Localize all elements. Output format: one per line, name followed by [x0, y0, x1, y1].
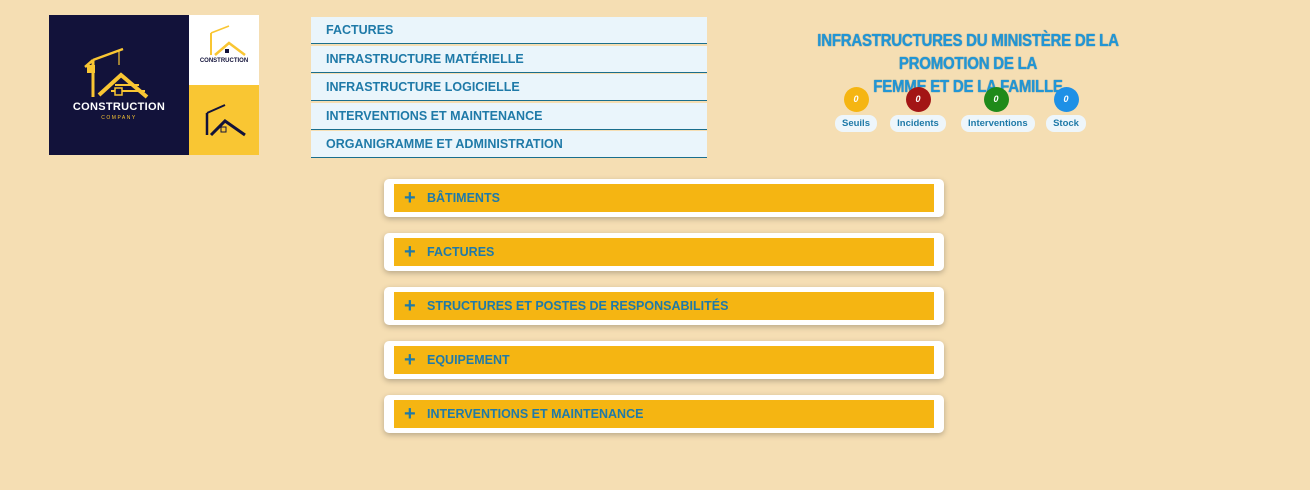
badge-stock[interactable]: 0 Stock — [1036, 87, 1096, 132]
badge-seuils[interactable]: 0 Seuils — [826, 87, 886, 132]
accordion-structures: + STRUCTURES ET POSTES DE RESPONSABILITÉ… — [384, 287, 944, 325]
accordion-label: BÂTIMENTS — [427, 191, 500, 205]
plus-icon: + — [404, 349, 416, 371]
page-title-line1: INFRASTRUCTURES DU MINISTÈRE DE LA PROMO… — [817, 30, 1119, 73]
accordion-equipement: + EQUIPEMENT — [384, 341, 944, 379]
badge-label-interventions: Interventions — [961, 115, 1035, 132]
accordion-factures: + FACTURES — [384, 233, 944, 271]
accordion-header-equipement[interactable]: + EQUIPEMENT — [394, 346, 934, 374]
badge-interventions[interactable]: 0 Interventions — [961, 87, 1035, 132]
accordion-label: INTERVENTIONS ET MAINTENANCE — [427, 407, 644, 421]
nav-item-organigramme-administration[interactable]: ORGANIGRAMME ET ADMINISTRATION — [311, 131, 707, 158]
logo-main-panel: CONSTRUCTION COMPANY — [49, 15, 189, 155]
crane-house-icon — [84, 47, 149, 99]
plus-icon: + — [404, 187, 416, 209]
logo-brand-text: CONSTRUCTION — [72, 101, 166, 113]
badge-label-stock: Stock — [1046, 115, 1086, 132]
crane-house-icon-small — [210, 25, 246, 56]
badge-incidents[interactable]: 0 Incidents — [888, 87, 948, 132]
accordion-label: STRUCTURES ET POSTES DE RESPONSABILITÉS — [427, 299, 729, 313]
badge-count-interventions: 0 — [983, 87, 1009, 112]
accordion-batiments: + BÂTIMENTS — [384, 179, 944, 217]
logo-small-brand-text: CONSTRUCTION — [199, 58, 249, 64]
crane-house-icon-dark — [205, 104, 246, 137]
plus-icon: + — [404, 241, 416, 263]
accordion-header-batiments[interactable]: + BÂTIMENTS — [394, 184, 934, 212]
nav-item-interventions-maintenance[interactable]: INTERVENTIONS ET MAINTENANCE — [311, 102, 707, 130]
accordion-label: EQUIPEMENT — [427, 353, 510, 367]
nav-item-infrastructure-logicielle[interactable]: INFRASTRUCTURE LOGICIELLE — [311, 74, 707, 101]
badge-count-incidents: 0 — [905, 87, 931, 112]
accordion-header-factures[interactable]: + FACTURES — [394, 238, 934, 266]
badge-count-seuils: 0 — [843, 87, 869, 112]
logo-tagline: COMPANY — [101, 115, 137, 121]
badge-label-incidents: Incidents — [890, 115, 946, 132]
logo-variant-light: CONSTRUCTION — [189, 15, 259, 85]
badge-label-seuils: Seuils — [835, 115, 877, 132]
accordion-header-structures[interactable]: + STRUCTURES ET POSTES DE RESPONSABILITÉ… — [394, 292, 934, 320]
main-nav: FACTURES INFRASTRUCTURE MATÉRIELLE INFRA… — [311, 17, 707, 160]
badge-count-stock: 0 — [1053, 87, 1079, 112]
nav-item-factures[interactable]: FACTURES — [311, 17, 707, 44]
accordion-interventions: + INTERVENTIONS ET MAINTENANCE — [384, 395, 944, 433]
nav-item-infrastructure-materielle[interactable]: INFRASTRUCTURE MATÉRIELLE — [311, 45, 707, 73]
accordion-header-interventions[interactable]: + INTERVENTIONS ET MAINTENANCE — [394, 400, 934, 428]
plus-icon: + — [404, 403, 416, 425]
company-logo: CONSTRUCTION COMPANY CONSTRUCTION — [49, 15, 259, 155]
plus-icon: + — [404, 295, 416, 317]
logo-variant-gold — [189, 85, 259, 155]
accordion-label: FACTURES — [427, 245, 495, 259]
